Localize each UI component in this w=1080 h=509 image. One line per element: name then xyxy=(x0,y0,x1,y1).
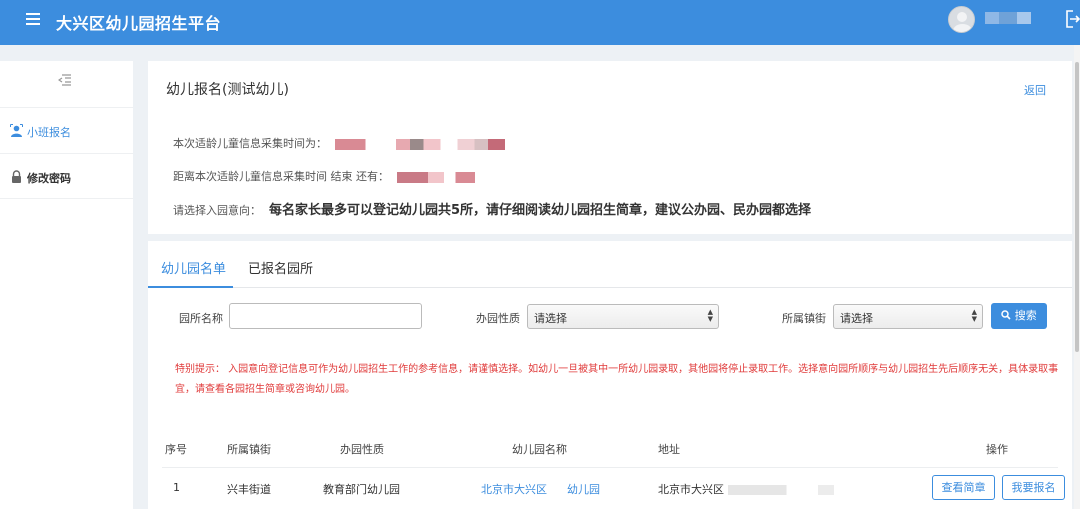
remaining-time-label: 距离本次适龄儿童信息采集时间 结束 还有： xyxy=(173,170,389,183)
back-link[interactable]: 返回 xyxy=(1024,82,1046,98)
kindergarten-name-part2: 幼儿园 xyxy=(567,483,600,496)
name-filter-label: 园所名称 xyxy=(179,312,223,325)
username-redacted xyxy=(985,12,1031,24)
page-title: 幼儿报名(测试幼儿) xyxy=(166,82,289,98)
tab-kindergarten-list[interactable]: 幼儿园名单 xyxy=(161,258,226,277)
view-brochure-button[interactable]: 查看简章 xyxy=(932,475,995,500)
kindergarten-name-part1: 北京市大兴区 xyxy=(481,483,547,496)
sidebar-item-label: 修改密码 xyxy=(27,172,71,185)
special-notice: 特别提示： 入园意向登记信息可作为幼儿园招生工作的参考信息，请谨慎选择。如幼儿一… xyxy=(175,364,1059,395)
nature-filter-label: 办园性质 xyxy=(476,312,520,325)
nature-select[interactable]: 请选择 ▲ ▼ xyxy=(527,304,719,329)
town-select-value: 请选择 xyxy=(840,312,873,325)
logout-icon[interactable] xyxy=(1064,9,1080,29)
column-header-index: 序号 xyxy=(165,443,187,456)
top-bar: 大兴区幼儿园招生平台 xyxy=(0,0,1080,45)
app-title: 大兴区幼儿园招生平台 xyxy=(56,14,222,33)
intent-label: 请选择入园意向： xyxy=(173,204,261,217)
table-divider xyxy=(162,467,1058,468)
lock-icon xyxy=(12,170,21,183)
kindergarten-name-link[interactable]: 北京市大兴区 幼儿园 xyxy=(481,481,600,497)
town-filter-label: 所属镇街 xyxy=(782,312,826,325)
kindergarten-list-panel: 幼儿园名单 已报名园所 园所名称 办园性质 请选择 ▲ ▼ 所属镇街 请选择 ▲ ▼… xyxy=(148,241,1072,509)
column-header-town: 所属镇街 xyxy=(227,443,271,456)
tab-enrolled[interactable]: 已报名园所 xyxy=(248,258,313,277)
select-arrows-icon: ▲ ▼ xyxy=(707,308,713,323)
avatar[interactable] xyxy=(948,6,975,33)
cell-nature: 教育部门幼儿园 xyxy=(323,483,400,496)
cell-address: 北京市大兴区 xyxy=(658,481,834,497)
collect-time-row: 本次适龄儿童信息采集时间为： xyxy=(173,135,505,151)
search-icon xyxy=(1001,310,1011,320)
collapse-sidebar-icon[interactable] xyxy=(58,73,72,87)
column-header-name: 幼儿园名称 xyxy=(512,443,567,456)
sidebar-item-label: 小班报名 xyxy=(27,126,71,139)
column-header-actions: 操作 xyxy=(986,443,1008,456)
sidebar: 小班报名 修改密码 xyxy=(0,61,133,509)
column-header-address: 地址 xyxy=(658,443,680,456)
apply-button[interactable]: 我要报名 xyxy=(1002,475,1065,500)
name-input[interactable] xyxy=(229,303,422,329)
nature-select-value: 请选择 xyxy=(534,312,567,325)
intent-row: 请选择入园意向： 每名家长最多可以登记幼儿园共5所，请仔细阅读幼儿园招生简章，建议… xyxy=(173,199,811,218)
intent-note: 每名家长最多可以登记幼儿园共5所，请仔细阅读幼儿园招生简章，建议公办园、民办园都… xyxy=(269,203,812,218)
info-panel: 幼儿报名(测试幼儿) 返回 本次适龄儿童信息采集时间为： 距离本次适龄儿童信息采… xyxy=(148,61,1072,234)
scrollbar-thumb[interactable] xyxy=(1075,62,1079,352)
hamburger-icon[interactable] xyxy=(26,13,40,25)
redacted-value xyxy=(396,171,475,183)
sidebar-item-change-password[interactable]: 修改密码 xyxy=(0,153,133,199)
user-icon xyxy=(10,124,23,137)
cell-town: 兴丰街道 xyxy=(227,483,271,496)
redacted-value xyxy=(334,138,505,150)
active-tab-indicator xyxy=(148,286,233,288)
remaining-time-row: 距离本次适龄儿童信息采集时间 结束 还有： xyxy=(173,168,475,184)
select-arrows-icon: ▲ ▼ xyxy=(971,308,977,323)
address-text: 北京市大兴区 xyxy=(658,483,724,496)
redacted-value xyxy=(727,485,834,495)
search-button[interactable]: 搜索 xyxy=(991,303,1047,329)
search-button-label: 搜索 xyxy=(1014,309,1037,322)
collect-time-label: 本次适龄儿童信息采集时间为： xyxy=(173,137,327,150)
sidebar-item-enroll[interactable]: 小班报名 xyxy=(0,107,133,153)
tab-bar: 幼儿园名单 已报名园所 xyxy=(148,241,1072,288)
cell-index: 1 xyxy=(173,481,180,494)
column-header-nature: 办园性质 xyxy=(340,443,384,456)
town-select[interactable]: 请选择 ▲ ▼ xyxy=(833,304,983,329)
